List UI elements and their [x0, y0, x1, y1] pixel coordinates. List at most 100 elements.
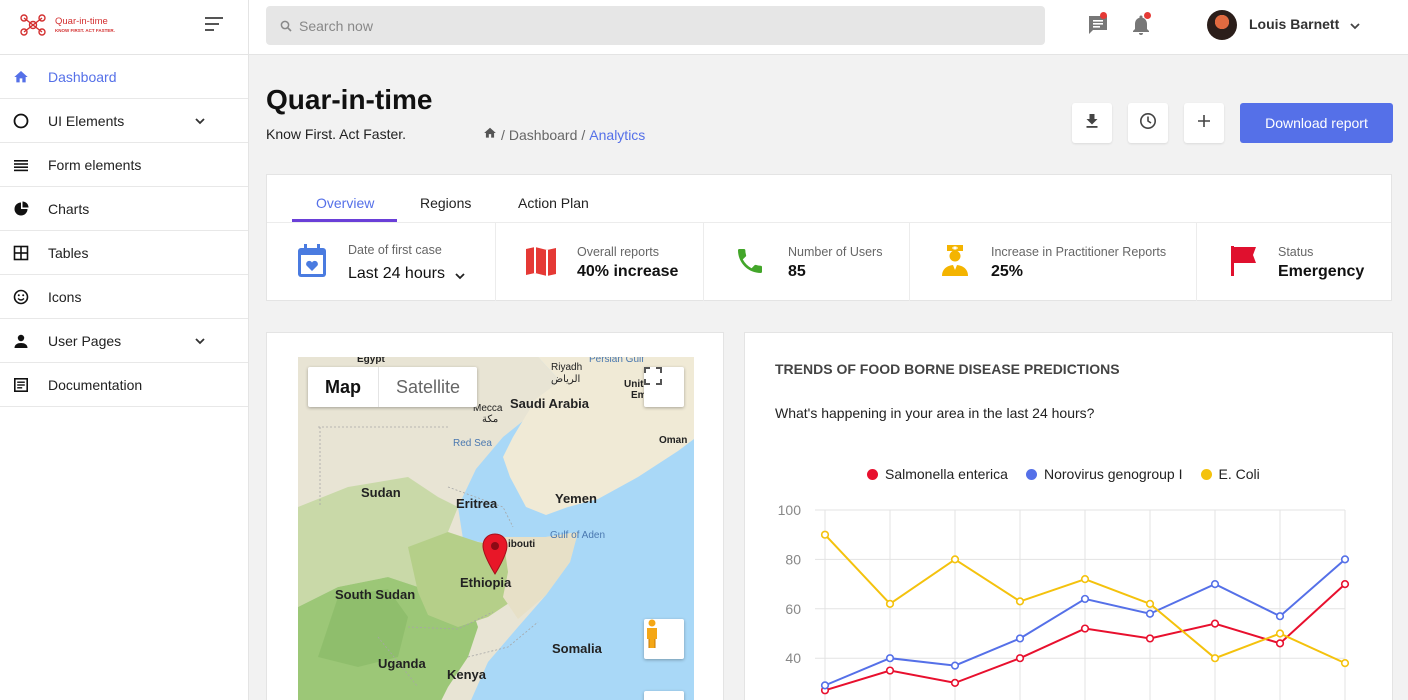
menu-toggle-icon[interactable]: [205, 17, 223, 31]
chevron-down-icon[interactable]: [1349, 19, 1361, 37]
data-point: [1275, 639, 1285, 648]
map-label: Saudi Arabia: [510, 396, 589, 411]
stat-label: Number of Users: [788, 245, 883, 259]
data-point: [1015, 597, 1025, 606]
stat-label: Status: [1278, 245, 1314, 259]
breadcrumb-analytics: Analytics: [589, 126, 646, 143]
user-name[interactable]: Louis Barnett: [1249, 16, 1339, 32]
data-point: [820, 530, 830, 539]
search-input[interactable]: [299, 17, 999, 34]
sidebar-item-icons[interactable]: Icons: [0, 275, 248, 319]
breadcrumb-separator: /: [581, 126, 586, 143]
zoom-control[interactable]: [644, 691, 684, 700]
map-label: Eritrea: [456, 496, 498, 511]
map-type-map[interactable]: Map: [308, 367, 379, 407]
map-label: Mecca: [473, 403, 503, 414]
notifications-icon[interactable]: [1129, 12, 1153, 37]
list-icon: [13, 157, 29, 173]
chart-legend: Salmonella enterica Norovirus genogroup …: [867, 466, 1260, 482]
stat-value: 40% increase: [577, 263, 679, 280]
map-label: Gulf of Aden: [550, 530, 606, 541]
download-report-button[interactable]: Download report: [1240, 103, 1393, 143]
table-icon: [13, 245, 29, 261]
sidebar: Quar-in-time KNOW FIRST. ACT FASTER. Das…: [0, 0, 249, 700]
sidebar-item-dashboard[interactable]: Dashboard: [0, 55, 248, 99]
map-label: Red Sea: [453, 438, 492, 449]
legend-swatch: [1025, 468, 1037, 480]
logo-title: Quar-in-time: [55, 16, 108, 27]
chevron-down-icon[interactable]: [454, 269, 466, 287]
breadcrumb-dashboard[interactable]: Dashboard: [509, 127, 578, 143]
breadcrumb-separator: /: [501, 126, 505, 143]
data-point: [1145, 634, 1155, 643]
data-point: [1340, 555, 1350, 564]
map-view[interactable]: Egypt Riyadh الرياض Persian Gulf Unit Em…: [298, 357, 694, 700]
sidebar-item-label: Charts: [48, 200, 90, 217]
flag-icon: [1230, 244, 1258, 283]
street-view-button[interactable]: [644, 619, 684, 659]
legend-label: E. Coli: [1218, 466, 1260, 482]
map-label: Oman: [659, 435, 688, 446]
tab-bar: Overview Regions Action Plan: [267, 175, 1391, 223]
stat-label: Date of first case: [348, 243, 442, 257]
sidebar-item-tables[interactable]: Tables: [0, 231, 248, 275]
sidebar-item-form-elements[interactable]: Form elements: [0, 143, 248, 187]
history-button[interactable]: [1128, 103, 1168, 143]
stat-practitioner-reports: Increase in Practitioner Reports 25%: [910, 223, 1197, 301]
download-button[interactable]: [1072, 103, 1112, 143]
data-point: [1080, 624, 1090, 633]
tab-regions[interactable]: Regions: [420, 195, 471, 211]
molecule-logo-icon: [20, 14, 46, 36]
stat-value: 25%: [991, 263, 1024, 280]
line-chart: 100 80 60 40: [778, 502, 1350, 700]
map-type-toggle: Map Satellite: [308, 367, 478, 407]
data-point: [1275, 612, 1285, 621]
avatar[interactable]: [1207, 10, 1237, 40]
legend-item-norovirus[interactable]: Norovirus genogroup I: [1025, 466, 1183, 482]
chart-title: TRENDS OF FOOD BORNE DISEASE PREDICTIONS: [775, 361, 1120, 377]
map-label: Unit: [624, 379, 644, 390]
sidebar-item-documentation[interactable]: Documentation: [0, 363, 248, 407]
logo-tagline: KNOW FIRST. ACT FASTER.: [55, 28, 115, 33]
map-label: Sudan: [361, 485, 401, 500]
add-button[interactable]: [1184, 103, 1224, 143]
tab-overview[interactable]: Overview: [316, 195, 374, 211]
stat-date-first-case[interactable]: Date of first case Last 24 hours: [267, 223, 496, 301]
chevron-down-icon[interactable]: [194, 114, 206, 130]
sidebar-item-user-pages[interactable]: User Pages: [0, 319, 248, 363]
sidebar-item-charts[interactable]: Charts: [0, 187, 248, 231]
map-label: Egypt: [357, 357, 385, 365]
sidebar-item-label: User Pages: [48, 332, 122, 349]
data-point: [1080, 594, 1090, 604]
stat-value: Emergency: [1278, 263, 1365, 280]
map-type-satellite[interactable]: Satellite: [379, 367, 477, 407]
sidebar-item-ui-elements[interactable]: UI Elements: [0, 99, 248, 143]
stat-value: 85: [788, 263, 806, 280]
topbar: Louis Barnett: [249, 0, 1408, 55]
data-point: [1275, 629, 1285, 638]
legend-item-salmonella[interactable]: Salmonella enterica: [867, 466, 1008, 482]
stat-overall-reports: Overall reports 40% increase: [496, 223, 704, 301]
legend-item-ecoli[interactable]: E. Coli: [1200, 466, 1260, 482]
data-point: [820, 681, 830, 690]
map-label: Ethiopia: [460, 575, 512, 590]
map-label: Somalia: [552, 641, 602, 656]
data-point: [1210, 619, 1220, 628]
fullscreen-button[interactable]: [644, 367, 684, 407]
page-title: Quar-in-time: [266, 84, 433, 115]
home-icon[interactable]: [483, 126, 497, 143]
chevron-down-icon[interactable]: [194, 334, 206, 350]
messages-icon[interactable]: [1086, 12, 1110, 37]
y-tick-label: 80: [785, 551, 801, 567]
date-range-select[interactable]: Last 24 hours: [348, 265, 445, 283]
logo[interactable]: Quar-in-time KNOW FIRST. ACT FASTER.: [18, 12, 118, 40]
data-point: [1210, 654, 1220, 663]
data-point: [950, 555, 960, 564]
tab-action-plan[interactable]: Action Plan: [518, 195, 589, 211]
doctor-icon: [939, 241, 971, 284]
map-label: الرياض: [551, 374, 581, 385]
legend-label: Norovirus genogroup I: [1043, 466, 1183, 482]
data-point: [885, 666, 895, 675]
sidebar-item-label: Form elements: [48, 156, 142, 173]
map-card: Egypt Riyadh الرياض Persian Gulf Unit Em…: [266, 332, 724, 700]
